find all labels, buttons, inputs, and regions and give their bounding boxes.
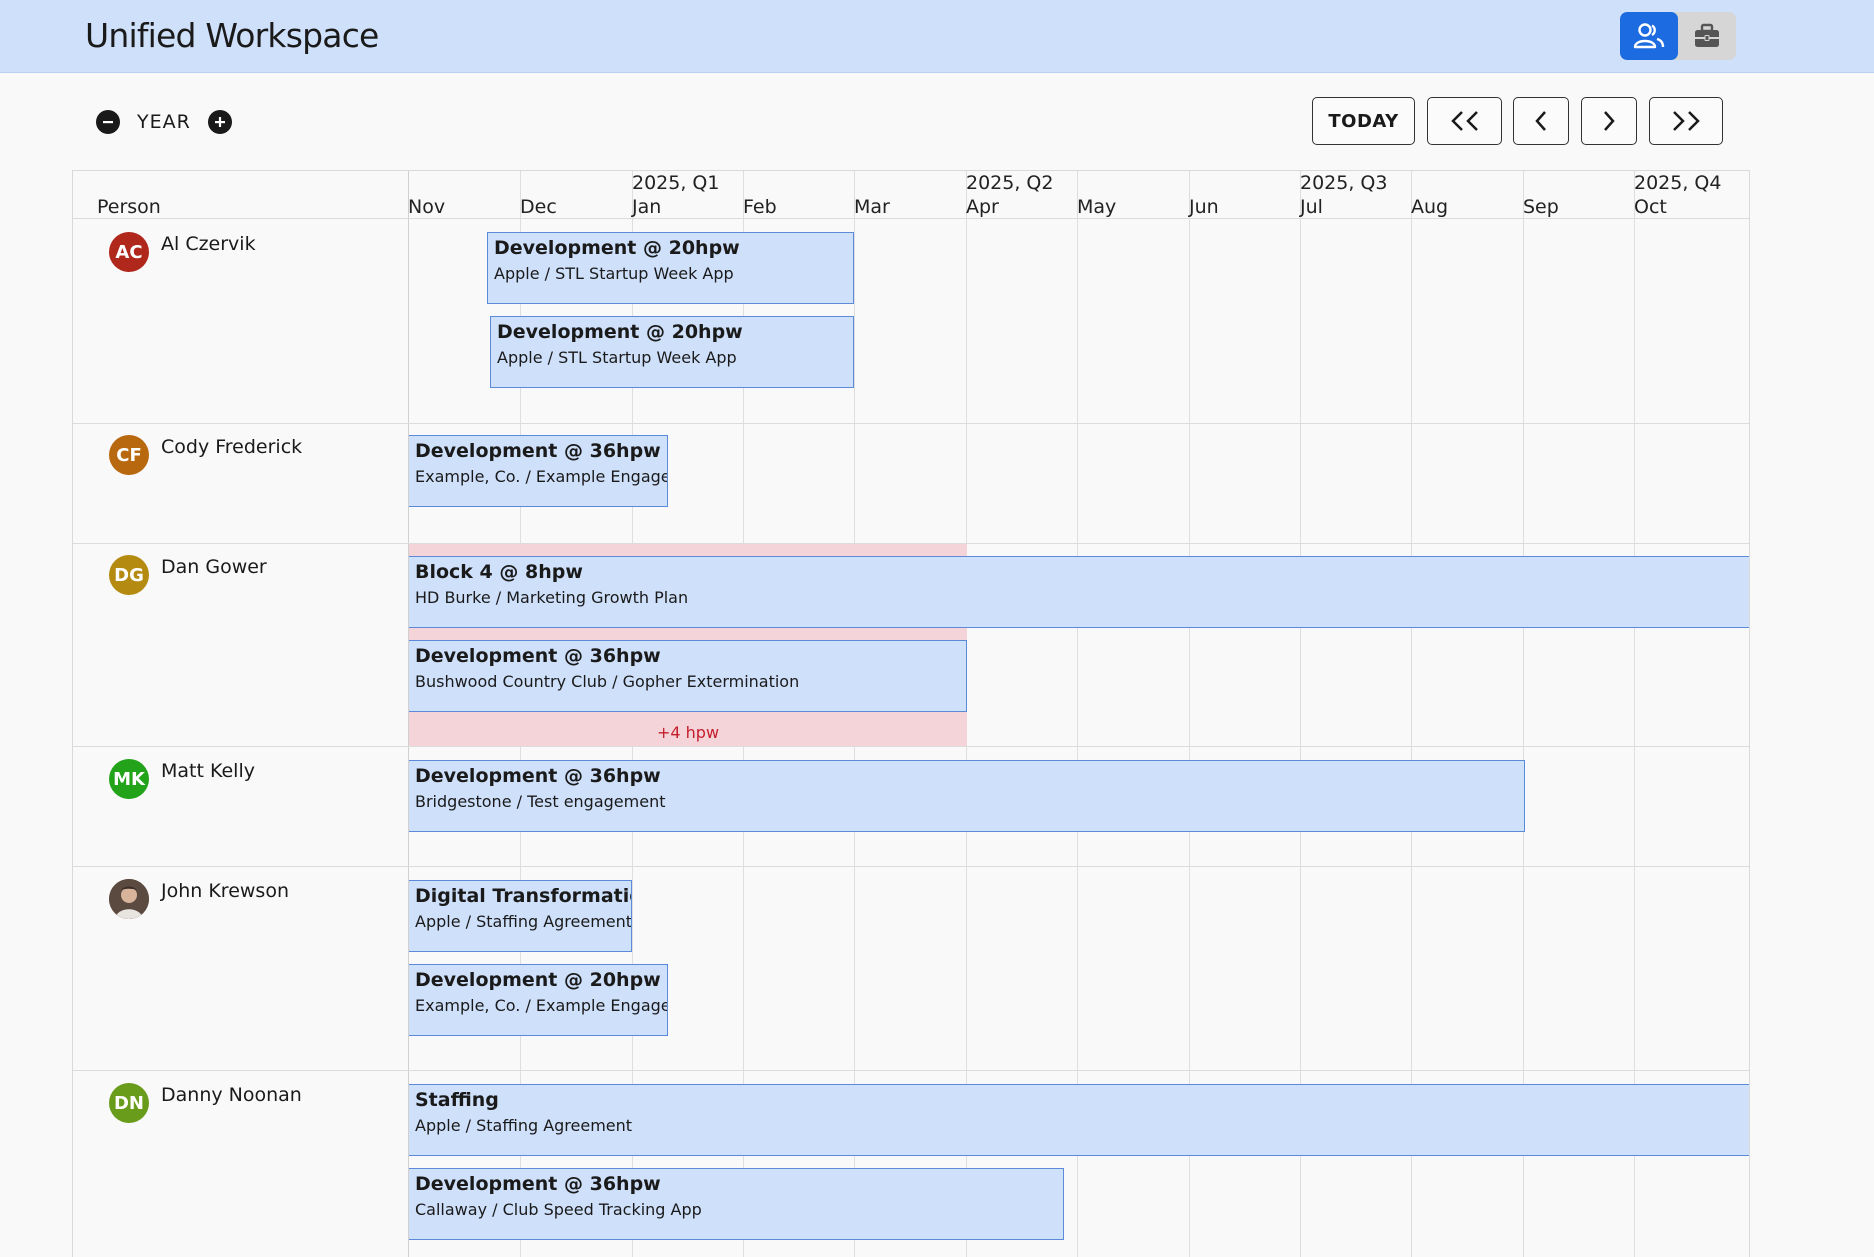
- zoom-control: YEAR: [96, 108, 232, 136]
- person-column-header: Person: [97, 196, 161, 218]
- people-icon: [1633, 23, 1665, 49]
- top-bar: Unified Workspace: [0, 0, 1874, 73]
- month-label: May: [1077, 196, 1117, 218]
- briefcase-icon: [1695, 23, 1719, 47]
- chevron-right-icon: [1604, 111, 1615, 131]
- assignment-subtitle: Callaway / Club Speed Tracking App: [415, 1200, 702, 1219]
- avatar: DG: [109, 555, 149, 595]
- assignment-title: Development @ 20hpw: [415, 969, 661, 991]
- assignment-bar[interactable]: Digital Transformation @ Apple / Staffin…: [409, 880, 632, 952]
- jump-forward-button[interactable]: [1649, 97, 1723, 145]
- month-label: Apr: [966, 196, 999, 218]
- month-label: Nov: [408, 196, 446, 218]
- assignment-bar[interactable]: Development @ 20hpw Example, Co. / Examp…: [409, 964, 668, 1036]
- month-label: Dec: [520, 196, 557, 218]
- view-toggle: [1620, 12, 1736, 60]
- avatar: [109, 879, 149, 919]
- month-label: Jul: [1300, 196, 1323, 218]
- month-label: Sep: [1523, 196, 1559, 218]
- assignment-bar[interactable]: Staffing Apple / Staffing Agreement: [409, 1084, 1749, 1156]
- double-chevron-left-icon: [1450, 111, 1478, 131]
- overallocation-label: +4 hpw: [656, 723, 720, 742]
- assignment-subtitle: Example, Co. / Example Engagement: [415, 467, 667, 486]
- avatar: AC: [109, 232, 149, 272]
- assignment-bar[interactable]: Development @ 20hpw Apple / STL Startup …: [487, 232, 854, 304]
- person-name[interactable]: John Krewson: [161, 880, 289, 902]
- assignment-title: Development @ 36hpw: [415, 440, 661, 462]
- row-divider: [73, 423, 1749, 424]
- assignment-bar[interactable]: Development @ 20hpw Apple / STL Startup …: [490, 316, 854, 388]
- zoom-out-button[interactable]: [96, 110, 120, 134]
- quarter-label: 2025, Q4: [1634, 172, 1722, 194]
- header-divider: [73, 218, 1749, 219]
- people-view-button[interactable]: [1620, 12, 1678, 60]
- assignment-bar[interactable]: Development @ 36hpw Callaway / Club Spee…: [409, 1168, 1064, 1240]
- assignment-bar[interactable]: Development @ 36hpw Bridgestone / Test e…: [409, 760, 1525, 832]
- assignment-subtitle: Apple / Staffing Agreement: [415, 912, 632, 931]
- person-name[interactable]: Danny Noonan: [161, 1084, 302, 1106]
- timeline-grid: Person 2025, Q1 2025, Q2 2025, Q3 2025, …: [72, 170, 1750, 1257]
- assignment-title: Development @ 20hpw: [494, 237, 740, 259]
- avatar: DN: [109, 1083, 149, 1123]
- month-label: Mar: [854, 196, 890, 218]
- avatar: CF: [109, 435, 149, 475]
- plus-icon: [214, 117, 225, 127]
- quarter-label: 2025, Q1: [632, 172, 720, 194]
- chevron-left-icon: [1535, 111, 1546, 131]
- zoom-in-button[interactable]: [207, 110, 232, 134]
- person-name[interactable]: Dan Gower: [161, 556, 267, 578]
- row-divider: [73, 746, 1749, 747]
- assignment-subtitle: Apple / STL Startup Week App: [497, 348, 737, 367]
- assignment-subtitle: HD Burke / Marketing Growth Plan: [415, 588, 689, 607]
- assignment-title: Staffing: [415, 1089, 499, 1111]
- assignment-title: Development @ 36hpw: [415, 765, 661, 787]
- person-name[interactable]: Matt Kelly: [161, 760, 255, 782]
- assignment-bar[interactable]: Development @ 36hpw Example, Co. / Examp…: [409, 435, 668, 507]
- jump-back-button[interactable]: [1427, 97, 1502, 145]
- assignment-subtitle: Bridgestone / Test engagement: [415, 792, 666, 811]
- assignment-subtitle: Bushwood Country Club / Gopher Extermina…: [415, 672, 800, 691]
- assignment-subtitle: Apple / STL Startup Week App: [494, 264, 734, 283]
- avatar: MK: [109, 759, 149, 799]
- assignment-title: Block 4 @ 8hpw: [415, 561, 583, 583]
- assignment-title: Development @ 20hpw: [497, 321, 743, 343]
- back-button[interactable]: [1513, 97, 1569, 145]
- month-label: Jan: [632, 196, 662, 218]
- row-divider: [73, 866, 1749, 867]
- month-label: Aug: [1411, 196, 1449, 218]
- assignment-title: Development @ 36hpw: [415, 1173, 661, 1195]
- double-chevron-right-icon: [1673, 111, 1700, 131]
- assignment-bar[interactable]: Block 4 @ 8hpw HD Burke / Marketing Grow…: [409, 556, 1749, 628]
- month-label: Feb: [743, 196, 777, 218]
- assignment-title: Development @ 36hpw: [415, 645, 661, 667]
- person-name[interactable]: Cody Frederick: [161, 436, 302, 458]
- assignment-subtitle: Example, Co. / Example Engagement: [415, 996, 667, 1015]
- assignment-bar[interactable]: Development @ 36hpw Bushwood Country Clu…: [409, 640, 967, 712]
- assignment-subtitle: Apple / Staffing Agreement: [415, 1116, 633, 1135]
- projects-view-button[interactable]: [1678, 12, 1736, 60]
- month-label: Jun: [1189, 196, 1219, 218]
- minus-icon: [103, 121, 113, 124]
- quarter-label: 2025, Q3: [1300, 172, 1388, 194]
- forward-button[interactable]: [1581, 97, 1637, 145]
- quarter-label: 2025, Q2: [966, 172, 1054, 194]
- person-name[interactable]: Al Czervik: [161, 233, 256, 255]
- row-divider: [73, 1070, 1749, 1071]
- user-photo: [109, 879, 149, 919]
- app-title: Unified Workspace: [85, 16, 379, 55]
- zoom-level-label: YEAR: [137, 111, 191, 133]
- today-button[interactable]: TODAY: [1312, 97, 1415, 145]
- assignment-title: Digital Transformation @: [415, 885, 631, 907]
- month-label: Oct: [1634, 196, 1667, 218]
